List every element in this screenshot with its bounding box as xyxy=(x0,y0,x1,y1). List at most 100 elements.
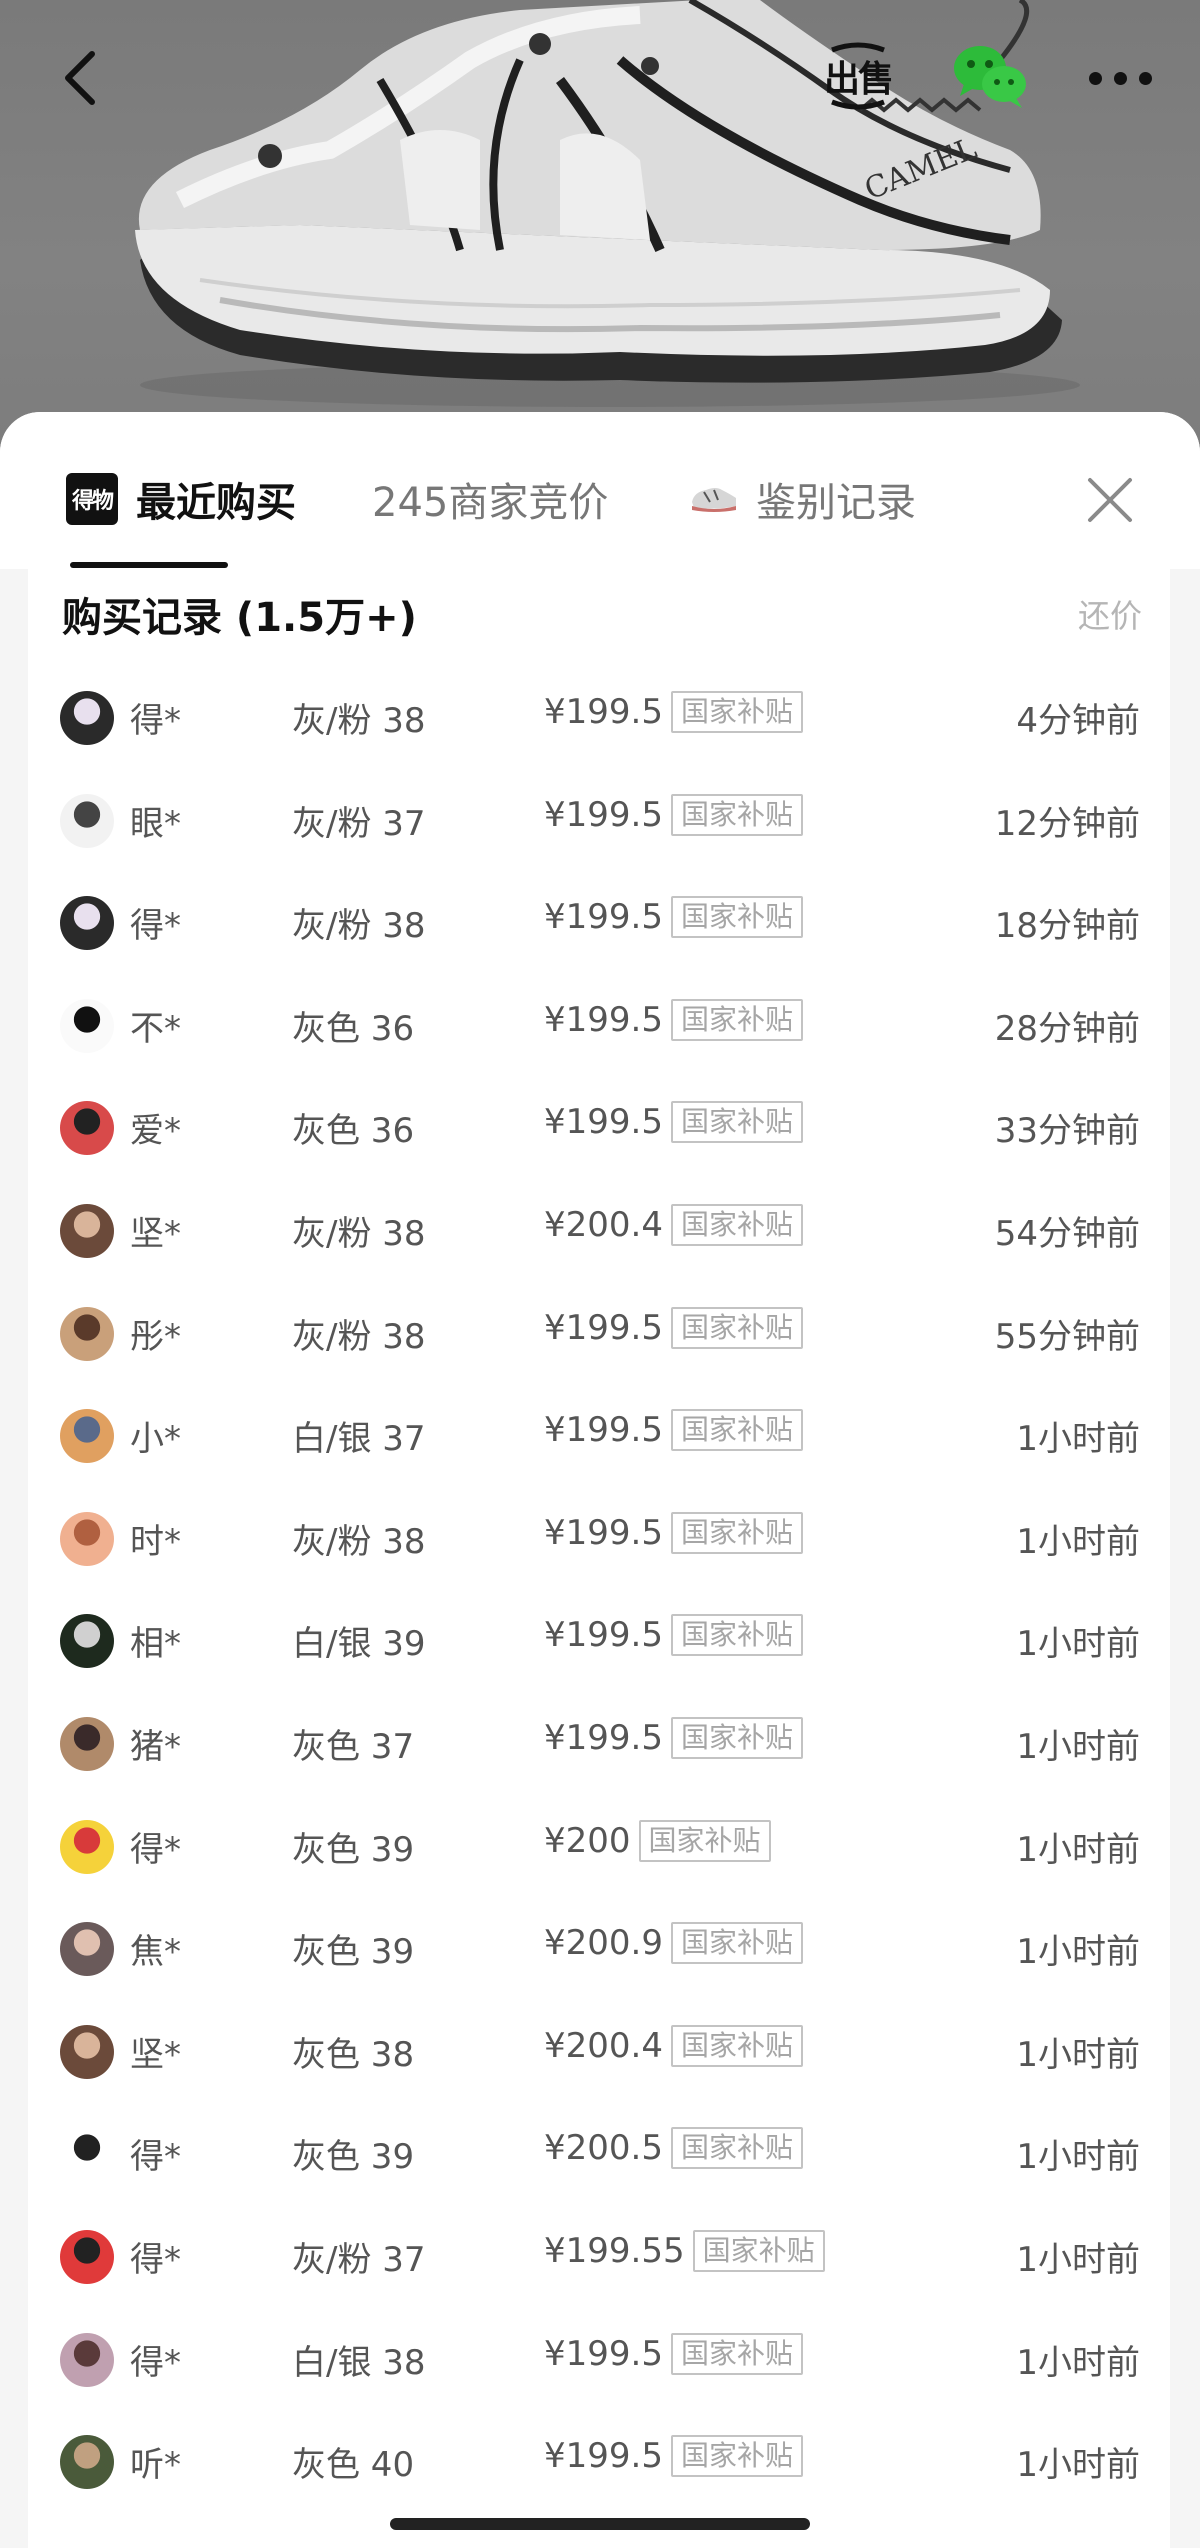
buyer-name: 不* xyxy=(130,1008,181,1049)
more-button[interactable] xyxy=(1080,50,1160,106)
price: ¥199.55 xyxy=(544,2231,685,2271)
record-row: 小* 白/银 37 ¥199.5 国家补贴 1小时前 xyxy=(28,1385,1170,1487)
subsidy-badge: 国家补贴 xyxy=(670,896,803,939)
size-spec: 灰/粉 38 xyxy=(292,1521,426,1562)
size-spec: 灰色 39 xyxy=(292,1932,415,1973)
back-chevron-icon xyxy=(65,51,95,105)
buyer-name: 坚* xyxy=(130,2034,181,2075)
active-tab-indicator xyxy=(70,562,228,568)
tab-merchant-bids[interactable]: 245商家竞价 xyxy=(372,464,608,534)
record-row: 得* 灰/粉 38 ¥199.5 国家补贴 18分钟前 xyxy=(28,872,1170,974)
tab-label: 最近购买 xyxy=(136,480,296,526)
price-group: ¥199.5 国家补贴 xyxy=(544,1409,803,1452)
record-row: 得* 灰/粉 37 ¥199.55 国家补贴 1小时前 xyxy=(28,2206,1170,2308)
price-group: ¥199.5 国家补贴 xyxy=(544,2435,803,2478)
subsidy-badge: 国家补贴 xyxy=(670,1204,803,1246)
buyer-name: 彤* xyxy=(130,1316,181,1357)
record-row: 眼* 灰/粉 37 ¥199.5 国家补贴 12分钟前 xyxy=(28,770,1170,872)
record-row: 坚* 灰色 38 ¥200.4 国家补贴 1小时前 xyxy=(28,2001,1170,2103)
size-spec: 灰/粉 38 xyxy=(292,701,426,741)
avatar[interactable] xyxy=(60,1409,114,1464)
subsidy-badge: 国家补贴 xyxy=(670,2127,803,2170)
avatar[interactable] xyxy=(60,1306,114,1361)
avatar[interactable] xyxy=(60,1511,114,1566)
avatar[interactable] xyxy=(60,691,114,745)
subsidy-badge: 国家补贴 xyxy=(670,2435,803,2478)
avatar[interactable] xyxy=(60,2435,114,2490)
counter-offer-link[interactable]: 还价 xyxy=(1078,591,1142,637)
subsidy-badge: 国家补贴 xyxy=(670,998,803,1041)
size-spec: 灰色 36 xyxy=(292,1008,415,1049)
avatar[interactable] xyxy=(60,896,114,951)
subsidy-badge: 国家补贴 xyxy=(670,793,803,836)
tab-recent-purchases[interactable]: 得物 最近购买 xyxy=(66,464,296,534)
subsidy-badge: 国家补贴 xyxy=(670,1306,803,1349)
sell-label: 出售 xyxy=(823,59,894,100)
price-group: ¥199.5 国家补贴 xyxy=(544,2332,803,2375)
price-group: ¥199.5 国家补贴 xyxy=(544,896,803,939)
price: ¥199.5 xyxy=(544,1102,663,1143)
purchase-sheet: 得物 最近购买 245商家竞价 鉴别记录 购买记录 (1.5万+) 还价 得* … xyxy=(0,412,1200,2548)
tab-authentication-records[interactable]: 鉴别记录 xyxy=(690,464,916,534)
avatar[interactable] xyxy=(60,1717,114,1771)
sell-button[interactable]: 出售 xyxy=(818,36,898,116)
price-group: ¥199.5 国家补贴 xyxy=(544,1101,803,1144)
tab-label: 245商家竞价 xyxy=(372,480,609,526)
wechat-share-button[interactable] xyxy=(950,40,1030,112)
price: ¥199.5 xyxy=(544,1512,663,1553)
avatar[interactable] xyxy=(60,2127,114,2182)
purchase-time: 1小时前 xyxy=(1016,2445,1140,2486)
tab-label: 鉴别记录 xyxy=(756,480,916,526)
record-row: 相* 白/银 39 ¥199.5 国家补贴 1小时前 xyxy=(28,1590,1170,1692)
record-row: 得* 灰/粉 38 ¥199.5 国家补贴 4分钟前 xyxy=(28,667,1170,769)
buyer-name: 焦* xyxy=(130,1932,181,1973)
price-group: ¥200 国家补贴 xyxy=(544,1819,771,1862)
avatar[interactable] xyxy=(60,1819,114,1874)
shoe-icon xyxy=(692,488,736,512)
subsidy-badge: 国家补贴 xyxy=(670,2332,803,2375)
price: ¥199.5 xyxy=(544,2333,663,2374)
price: ¥199.5 xyxy=(544,2436,663,2477)
subsidy-badge: 国家补贴 xyxy=(670,1614,803,1657)
size-spec: 灰色 39 xyxy=(292,1829,415,1870)
price-group: ¥199.5 国家补贴 xyxy=(544,1614,803,1657)
avatar[interactable] xyxy=(60,793,114,848)
avatar[interactable] xyxy=(60,1922,114,1977)
price: ¥199.5 xyxy=(544,1307,663,1348)
purchase-time: 1小时前 xyxy=(1016,2137,1140,2178)
record-row: 彤* 灰/粉 38 ¥199.5 国家补贴 55分钟前 xyxy=(28,1283,1170,1385)
subsidy-badge: 国家补贴 xyxy=(670,691,803,733)
home-indicator[interactable] xyxy=(390,2518,810,2530)
avatar[interactable] xyxy=(60,2230,114,2284)
record-row: 猪* 灰色 37 ¥199.5 国家补贴 1小时前 xyxy=(28,1693,1170,1795)
price: ¥199.5 xyxy=(544,1615,663,1656)
record-row: 爱* 灰色 36 ¥199.5 国家补贴 33分钟前 xyxy=(28,1077,1170,1179)
avatar[interactable] xyxy=(60,998,114,1053)
purchase-time: 1小时前 xyxy=(1016,1521,1140,1562)
price-group: ¥199.5 国家补贴 xyxy=(544,793,803,836)
purchase-time: 1小时前 xyxy=(1016,1727,1140,1767)
price-group: ¥200.5 国家补贴 xyxy=(544,2127,803,2170)
avatar[interactable] xyxy=(60,2332,114,2387)
size-spec: 灰/粉 38 xyxy=(292,1214,426,1254)
size-spec: 灰/粉 37 xyxy=(292,803,426,844)
price-group: ¥199.55 国家补贴 xyxy=(544,2230,825,2272)
price: ¥200.5 xyxy=(544,2128,663,2169)
avatar[interactable] xyxy=(60,1204,114,1258)
buyer-name: 得* xyxy=(130,2240,181,2280)
price-group: ¥199.5 国家补贴 xyxy=(544,1511,803,1554)
avatar[interactable] xyxy=(60,2024,114,2079)
dewu-logo-icon: 得物 xyxy=(66,473,118,525)
size-spec: 白/银 37 xyxy=(292,1419,426,1460)
price-group: ¥199.5 国家补贴 xyxy=(544,1717,803,1759)
back-button[interactable] xyxy=(50,40,110,116)
avatar[interactable] xyxy=(60,1101,114,1156)
close-button[interactable] xyxy=(1080,470,1140,530)
avatar[interactable] xyxy=(60,1614,114,1669)
record-row: 得* 灰色 39 ¥200.5 国家补贴 1小时前 xyxy=(28,2103,1170,2205)
purchase-time: 1小时前 xyxy=(1016,1932,1140,1973)
record-row: 听* 灰色 40 ¥199.5 国家补贴 1小时前 xyxy=(28,2411,1170,2513)
record-row: 不* 灰色 36 ¥199.5 国家补贴 28分钟前 xyxy=(28,975,1170,1077)
purchase-time: 1小时前 xyxy=(1016,1624,1140,1665)
buyer-name: 得* xyxy=(130,2342,181,2383)
